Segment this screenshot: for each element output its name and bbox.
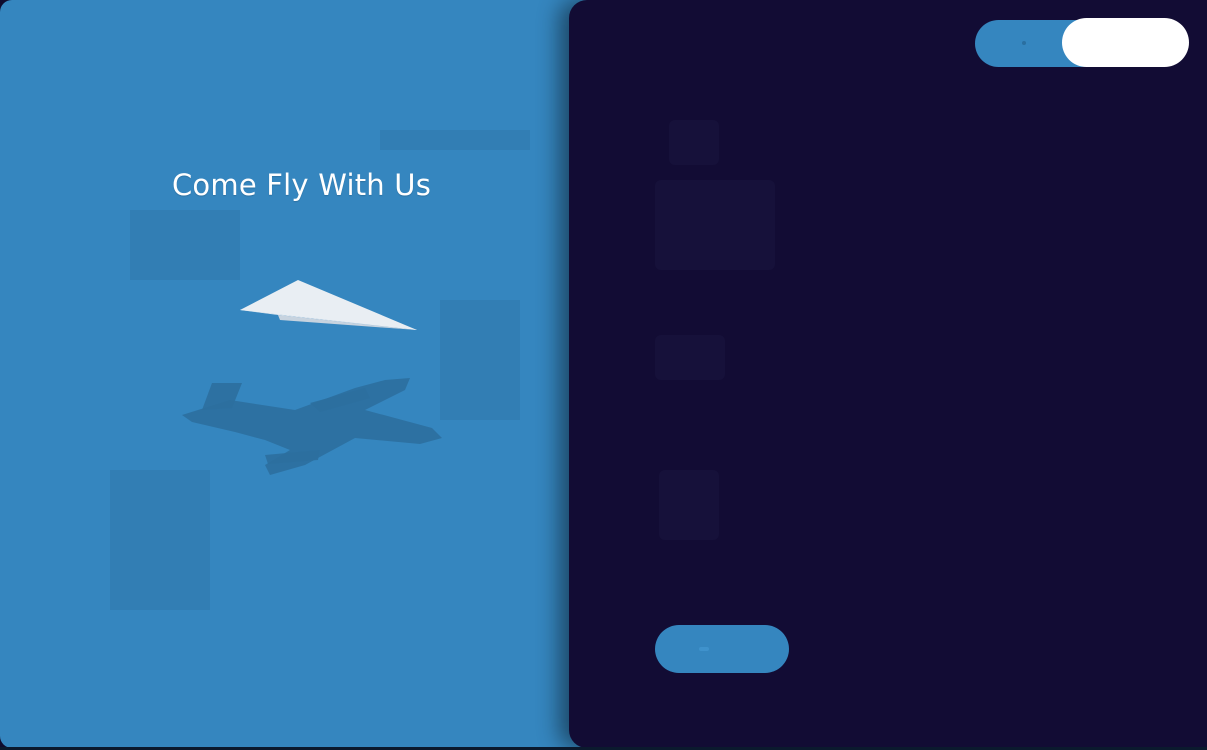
hero-panel: Come Fly With Us: [0, 0, 600, 748]
form-field-2: [655, 180, 775, 270]
mode-toggle[interactable]: [975, 18, 1189, 67]
toggle-knob[interactable]: [1062, 18, 1189, 67]
form-panel: [569, 0, 1207, 748]
airplane-shadow-icon: [182, 378, 442, 475]
submit-indicator: [699, 647, 709, 651]
login-screen: Come Fly With Us: [0, 0, 1207, 750]
submit-button[interactable]: [655, 625, 789, 673]
toggle-indicator: [1022, 41, 1026, 45]
flight-illustration: [182, 280, 442, 475]
form-field-4: [659, 470, 719, 540]
hero-title: Come Fly With Us: [171, 168, 432, 202]
form-field-1: [669, 120, 719, 165]
form-field-3: [655, 335, 725, 380]
paper-plane-icon: [240, 280, 417, 330]
